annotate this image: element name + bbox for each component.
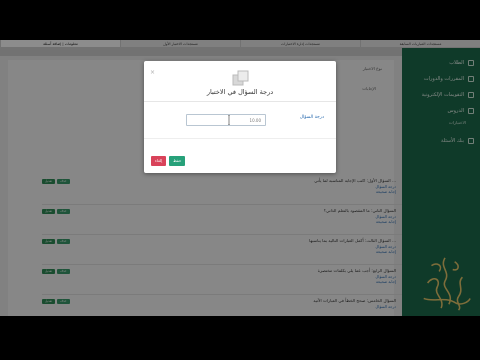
close-icon[interactable]: × [150,69,155,76]
copy-icon [232,70,249,86]
question-grade-dialog: × درجة السؤال في الاختبار درجة السؤال حف… [144,61,336,173]
grade-field-label: درجة السؤال [299,115,324,120]
divider [144,138,336,139]
save-button[interactable]: حفظ [169,156,186,166]
dialog-title: درجة السؤال في الاختبار [206,88,274,96]
cancel-button[interactable]: إلغاء [151,156,167,166]
app-window: مستجدات المباريات السابقة مستجدات إدارة … [0,40,480,316]
text-cursor-icon [228,115,230,125]
grade-input[interactable] [186,114,266,126]
divider [144,101,336,102]
